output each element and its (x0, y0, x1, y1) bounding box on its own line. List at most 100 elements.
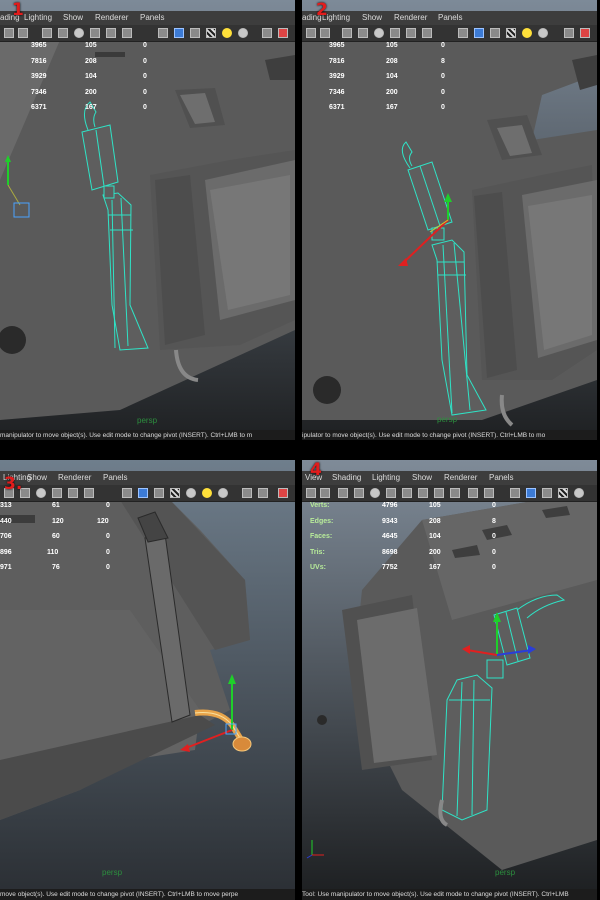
menu-show[interactable]: Show (362, 13, 382, 22)
light-icon[interactable] (84, 488, 94, 498)
menu-lighting[interactable]: Lighting (372, 473, 400, 482)
wireframe-icon[interactable] (36, 488, 46, 498)
viewport-3d-scene[interactable] (0, 460, 295, 900)
xray-icon[interactable] (258, 488, 268, 498)
smooth-shade-icon[interactable] (390, 28, 400, 38)
menu-bar: Lighting Show Renderer Panels (0, 471, 295, 485)
highlight-icon[interactable] (278, 488, 288, 498)
isolate-icon[interactable] (450, 488, 460, 498)
smooth-shade-icon[interactable] (90, 28, 100, 38)
wireframe-icon[interactable] (74, 28, 84, 38)
checker-icon[interactable] (506, 28, 516, 38)
grid-icon[interactable] (338, 488, 348, 498)
lasso-icon[interactable] (320, 488, 330, 498)
camera-icon[interactable] (58, 28, 68, 38)
texture-cube-icon[interactable] (542, 488, 552, 498)
checker-icon[interactable] (558, 488, 568, 498)
cube-icon[interactable] (122, 488, 132, 498)
viewport-panel-3[interactable]: Lighting Show Renderer Panels 313 61 0 440… (0, 460, 295, 900)
viewport-3d-scene[interactable] (302, 0, 597, 440)
texture-cube-icon[interactable] (154, 488, 164, 498)
grid-icon[interactable] (42, 28, 52, 38)
lasso-icon[interactable] (18, 28, 28, 38)
sphere-icon[interactable] (238, 28, 248, 38)
shaded-cube-icon[interactable] (138, 488, 148, 498)
menu-bar: ading Lighting Show Renderer Panels (302, 11, 597, 25)
select-icon[interactable] (306, 28, 316, 38)
menu-renderer[interactable]: Renderer (58, 473, 91, 482)
wireframe-icon[interactable] (370, 488, 380, 498)
stat-faces: 3929 (31, 73, 47, 80)
stat-uvs-uv: 0 (441, 104, 445, 111)
texture-cube-icon[interactable] (490, 28, 500, 38)
menu-renderer[interactable]: Renderer (444, 473, 477, 482)
menu-panels[interactable]: Panels (438, 13, 462, 22)
stat-faces-uv: 0 (492, 533, 496, 540)
isolate-icon[interactable] (564, 28, 574, 38)
viewport-3d-scene[interactable] (302, 460, 597, 900)
checker-icon[interactable] (206, 28, 216, 38)
shaded-cube-icon[interactable] (174, 28, 184, 38)
light-icon[interactable] (422, 28, 432, 38)
menu-lighting[interactable]: Lighting (24, 13, 52, 22)
sphere-icon[interactable] (186, 488, 196, 498)
shaded-cube-icon[interactable] (474, 28, 484, 38)
help-line: Tool: Use manipulator to move object(s).… (302, 889, 597, 900)
lasso-icon[interactable] (320, 28, 330, 38)
wireframe-icon[interactable] (374, 28, 384, 38)
texture-icon[interactable] (402, 488, 412, 498)
cube-icon[interactable] (510, 488, 520, 498)
texture-icon[interactable] (68, 488, 78, 498)
camera-icon[interactable] (358, 28, 368, 38)
stat-tris-uv: 0 (106, 548, 110, 556)
menu-renderer[interactable]: Renderer (95, 13, 128, 22)
stat-faces-selected: 60 (52, 533, 60, 540)
menu-shading[interactable]: Shading (332, 473, 361, 482)
cube-icon[interactable] (158, 28, 168, 38)
texture-icon[interactable] (406, 28, 416, 38)
checker-icon[interactable] (170, 488, 180, 498)
menu-panels[interactable]: Panels (489, 473, 513, 482)
stat-edges: 7816 (31, 57, 47, 65)
viewport-panel-4[interactable]: View Shading Lighting Show Renderer Pane… (302, 460, 597, 900)
viewport-panel-1[interactable]: ading Lighting Show Renderer Panels 3965… (0, 0, 295, 440)
cube-icon[interactable] (458, 28, 468, 38)
camera-icon[interactable] (354, 488, 364, 498)
menu-show[interactable]: Show (27, 473, 47, 482)
texture-cube-icon[interactable] (190, 28, 200, 38)
light-bulb-icon[interactable] (222, 28, 232, 38)
stat-edges: 440 (0, 517, 12, 525)
smooth-shade-icon[interactable] (386, 488, 396, 498)
light-bulb-icon[interactable] (202, 488, 212, 498)
menu-show[interactable]: Show (63, 13, 83, 22)
sphere-icon[interactable] (538, 28, 548, 38)
isolate-icon[interactable] (262, 28, 272, 38)
shaded-cube-icon[interactable] (526, 488, 536, 498)
menu-renderer[interactable]: Renderer (394, 13, 427, 22)
stat-verts-uv: 0 (143, 42, 147, 49)
light-icon[interactable] (122, 28, 132, 38)
menu-panels[interactable]: Panels (103, 473, 127, 482)
sphere-light-icon[interactable] (218, 488, 228, 498)
viewport-3d-scene[interactable] (0, 0, 295, 440)
texture-icon[interactable] (106, 28, 116, 38)
bookmark-icon[interactable] (484, 488, 494, 498)
select-icon[interactable] (4, 28, 14, 38)
grid-icon[interactable] (342, 28, 352, 38)
isolate-icon[interactable] (242, 488, 252, 498)
sphere-icon[interactable] (574, 488, 584, 498)
stat-faces: 3929 (329, 73, 345, 80)
stat-label-uvs: UVs: (310, 564, 326, 571)
select-icon[interactable] (306, 488, 316, 498)
menu-show[interactable]: Show (412, 473, 432, 482)
light-bulb-icon[interactable] (522, 28, 532, 38)
smooth-shade-icon[interactable] (52, 488, 62, 498)
menu-panels[interactable]: Panels (140, 13, 164, 22)
shadow-icon[interactable] (434, 488, 444, 498)
highlight-icon[interactable] (580, 28, 590, 38)
viewport-panel-2[interactable]: ading Lighting Show Renderer Panels 3965… (302, 0, 597, 440)
highlight-icon[interactable] (278, 28, 288, 38)
stat-uvs-uv: 0 (143, 104, 147, 111)
xray-icon[interactable] (468, 488, 478, 498)
light-icon[interactable] (418, 488, 428, 498)
